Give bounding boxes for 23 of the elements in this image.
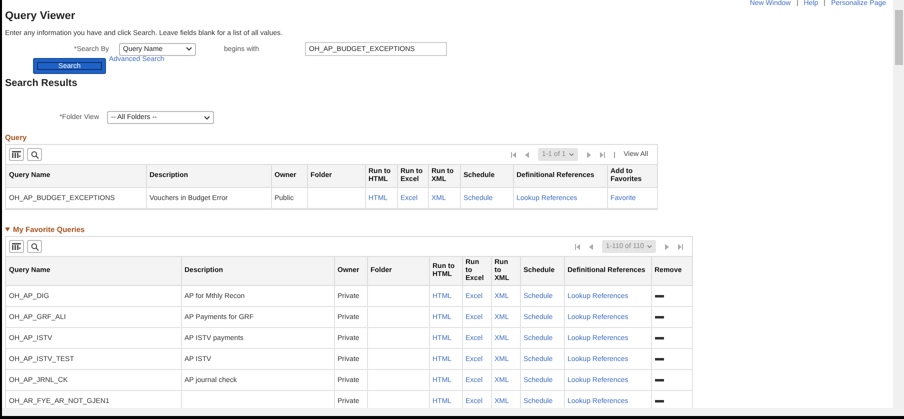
horizontal-scrollbar[interactable]	[2, 408, 893, 416]
chevron-down-icon	[186, 47, 192, 51]
search-button[interactable]	[27, 148, 42, 161]
minus-icon[interactable]	[654, 336, 664, 340]
grid-columns-icon	[12, 243, 21, 250]
chevron-down-icon	[568, 153, 574, 156]
grid-columns-icon	[12, 151, 21, 158]
personalize-grid-button[interactable]	[9, 148, 24, 161]
chevron-down-icon	[647, 245, 652, 248]
minus-icon[interactable]	[654, 378, 664, 382]
minus-icon[interactable]	[654, 358, 664, 360]
search-icon	[30, 242, 38, 250]
search-icon	[30, 150, 38, 158]
collapse-triangle-icon[interactable]	[5, 227, 10, 232]
section-heading: Search Results	[5, 78, 78, 89]
personalize-grid-button[interactable]	[9, 240, 24, 253]
chevron-down-icon	[204, 116, 210, 120]
minus-icon[interactable]	[654, 316, 664, 318]
minus-icon[interactable]	[654, 400, 664, 402]
page-title: Query Viewer	[5, 10, 76, 22]
minus-icon[interactable]	[654, 294, 664, 298]
vertical-scrollbar[interactable]	[893, 0, 904, 416]
search-button[interactable]	[27, 240, 42, 253]
